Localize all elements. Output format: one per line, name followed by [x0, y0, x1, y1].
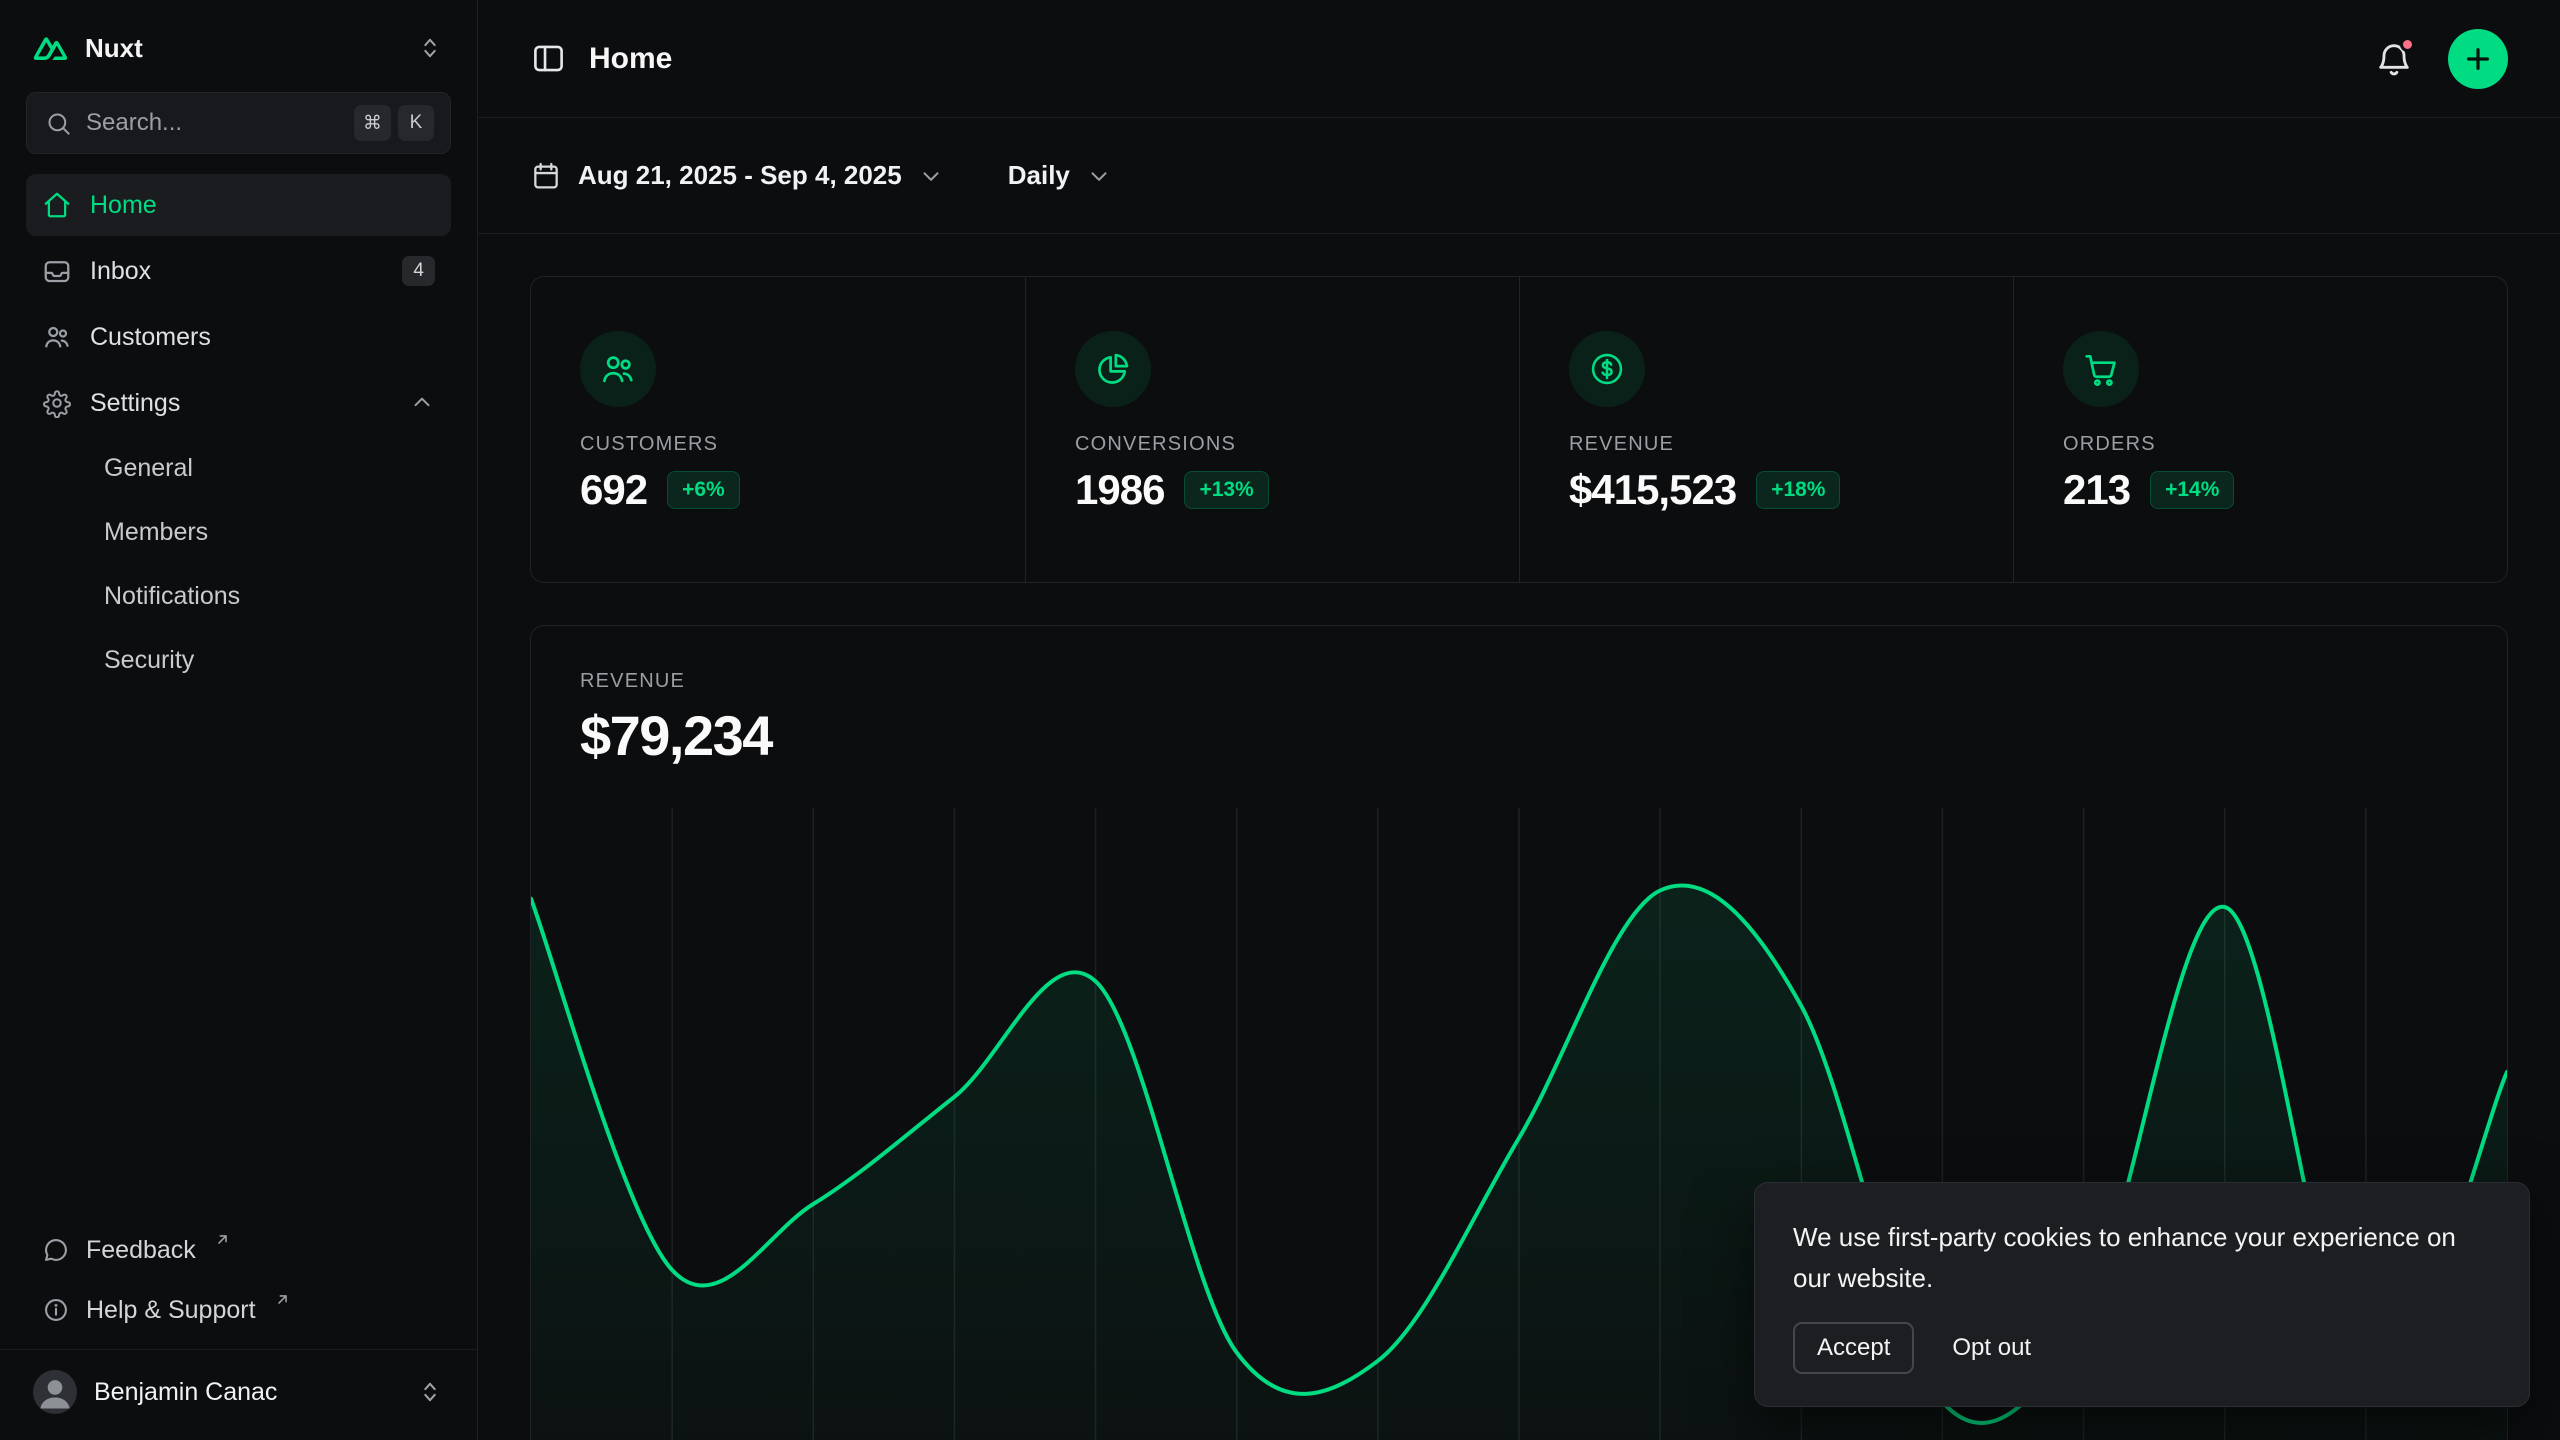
chevron-up-down-icon	[416, 1378, 444, 1406]
stat-icon-wrap	[2063, 331, 2139, 407]
stat-value: 692	[580, 466, 647, 514]
chevron-up-down-icon	[416, 34, 444, 62]
stat-icon-wrap	[1569, 331, 1645, 407]
k-key: K	[398, 105, 434, 141]
chart-pie-icon	[1094, 350, 1132, 388]
stat-icon-wrap	[1075, 331, 1151, 407]
sidebar: Nuxt ⌘ K Home	[0, 0, 478, 1440]
accept-button[interactable]: Accept	[1793, 1322, 1914, 1374]
external-link-icon	[274, 1291, 291, 1308]
cart-icon	[2082, 350, 2120, 388]
add-button[interactable]	[2448, 29, 2508, 89]
sidebar-item-members[interactable]: Members	[26, 502, 451, 562]
sidebar-nav: Home Inbox 4 Customers	[0, 174, 477, 690]
users-icon	[599, 350, 637, 388]
sidebar-item-label: Settings	[90, 389, 180, 418]
stat-value: 1986	[1075, 466, 1164, 514]
opt-out-button[interactable]: Opt out	[1948, 1324, 2035, 1372]
sidebar-item-settings[interactable]: Settings	[26, 372, 451, 434]
info-circle-icon	[42, 1296, 70, 1324]
stat-label: CONVERSIONS	[1075, 433, 1499, 456]
stat-icon-wrap	[580, 331, 656, 407]
stat-card-revenue[interactable]: REVENUE $415,523 +18%	[1519, 277, 2013, 582]
inbox-count-badge: 4	[402, 256, 435, 286]
cookie-banner: We use first-party cookies to enhance yo…	[1754, 1182, 2530, 1407]
sidebar-item-notifications[interactable]: Notifications	[26, 566, 451, 626]
chat-bubble-icon	[42, 1236, 70, 1264]
user-silhouette-icon	[33, 1370, 77, 1414]
stat-delta-badge: +18%	[1756, 471, 1840, 509]
feedback-link[interactable]: Feedback	[26, 1221, 451, 1279]
search-input-wrapper[interactable]: ⌘ K	[26, 92, 451, 154]
user-menu[interactable]: Benjamin Canac	[0, 1349, 477, 1440]
notification-dot	[2400, 37, 2415, 52]
stat-card-customers[interactable]: CUSTOMERS 692 +6%	[531, 277, 1025, 582]
stat-delta-badge: +13%	[1184, 471, 1268, 509]
search-input[interactable]	[86, 109, 340, 137]
period-value: Daily	[1008, 160, 1070, 191]
sidebar-footer: Feedback Help & Support	[0, 1221, 477, 1349]
plus-icon	[2462, 43, 2494, 75]
notifications-button[interactable]	[2374, 39, 2414, 79]
sidebar-item-security[interactable]: Security	[26, 630, 451, 690]
dollar-circle-icon	[1588, 350, 1626, 388]
stat-label: ORDERS	[2063, 433, 2487, 456]
home-icon	[42, 190, 72, 220]
date-range-picker[interactable]: Aug 21, 2025 - Sep 4, 2025	[530, 160, 944, 192]
avatar	[33, 1370, 77, 1414]
chevron-down-icon	[918, 163, 944, 189]
date-range-value: Aug 21, 2025 - Sep 4, 2025	[578, 160, 902, 191]
period-select[interactable]: Daily	[1008, 160, 1112, 191]
workspace-switcher[interactable]: Nuxt	[0, 0, 477, 88]
filters-toolbar: Aug 21, 2025 - Sep 4, 2025 Daily	[478, 118, 2560, 234]
sidebar-item-home[interactable]: Home	[26, 174, 451, 236]
stats-row: CUSTOMERS 692 +6% CONVERSIONS 1986	[530, 276, 2508, 583]
workspace-name: Nuxt	[85, 33, 143, 64]
footer-link-label: Help & Support	[86, 1296, 256, 1325]
stat-delta-badge: +6%	[667, 471, 740, 509]
sidebar-item-general[interactable]: General	[26, 438, 451, 498]
external-link-icon	[214, 1231, 231, 1248]
stat-card-orders[interactable]: ORDERS 213 +14%	[2013, 277, 2507, 582]
search-icon	[45, 110, 72, 137]
stat-label: REVENUE	[1569, 433, 1993, 456]
sidebar-item-label: Home	[90, 191, 157, 220]
cookie-message: We use first-party cookies to enhance yo…	[1793, 1217, 2491, 1298]
chevron-up-icon	[409, 390, 435, 416]
cmd-key: ⌘	[354, 105, 391, 141]
chevron-down-icon	[1086, 163, 1112, 189]
sidebar-item-label: Customers	[90, 323, 211, 352]
nuxt-logo-icon	[33, 30, 69, 66]
user-name: Benjamin Canac	[94, 1378, 277, 1407]
stat-delta-badge: +14%	[2150, 471, 2234, 509]
revenue-chart-label: REVENUE	[580, 670, 2458, 693]
sidebar-item-inbox[interactable]: Inbox 4	[26, 240, 451, 302]
page-title: Home	[589, 42, 672, 76]
header-actions	[2374, 29, 2508, 89]
panel-icon[interactable]	[530, 40, 567, 77]
sidebar-item-label: Inbox	[90, 257, 151, 286]
stat-card-conversions[interactable]: CONVERSIONS 1986 +13%	[1025, 277, 1519, 582]
stat-value: 213	[2063, 466, 2130, 514]
stat-value: $415,523	[1569, 466, 1736, 514]
calendar-icon	[530, 160, 562, 192]
search-shortcut: ⌘ K	[354, 105, 434, 141]
users-icon	[42, 322, 72, 352]
revenue-chart-value: $79,234	[580, 703, 2458, 768]
help-support-link[interactable]: Help & Support	[26, 1281, 451, 1339]
inbox-icon	[42, 256, 72, 286]
stat-label: CUSTOMERS	[580, 433, 1005, 456]
page-header: Home	[478, 0, 2560, 118]
footer-link-label: Feedback	[86, 1236, 196, 1265]
sidebar-item-customers[interactable]: Customers	[26, 306, 451, 368]
gear-icon	[42, 388, 72, 418]
